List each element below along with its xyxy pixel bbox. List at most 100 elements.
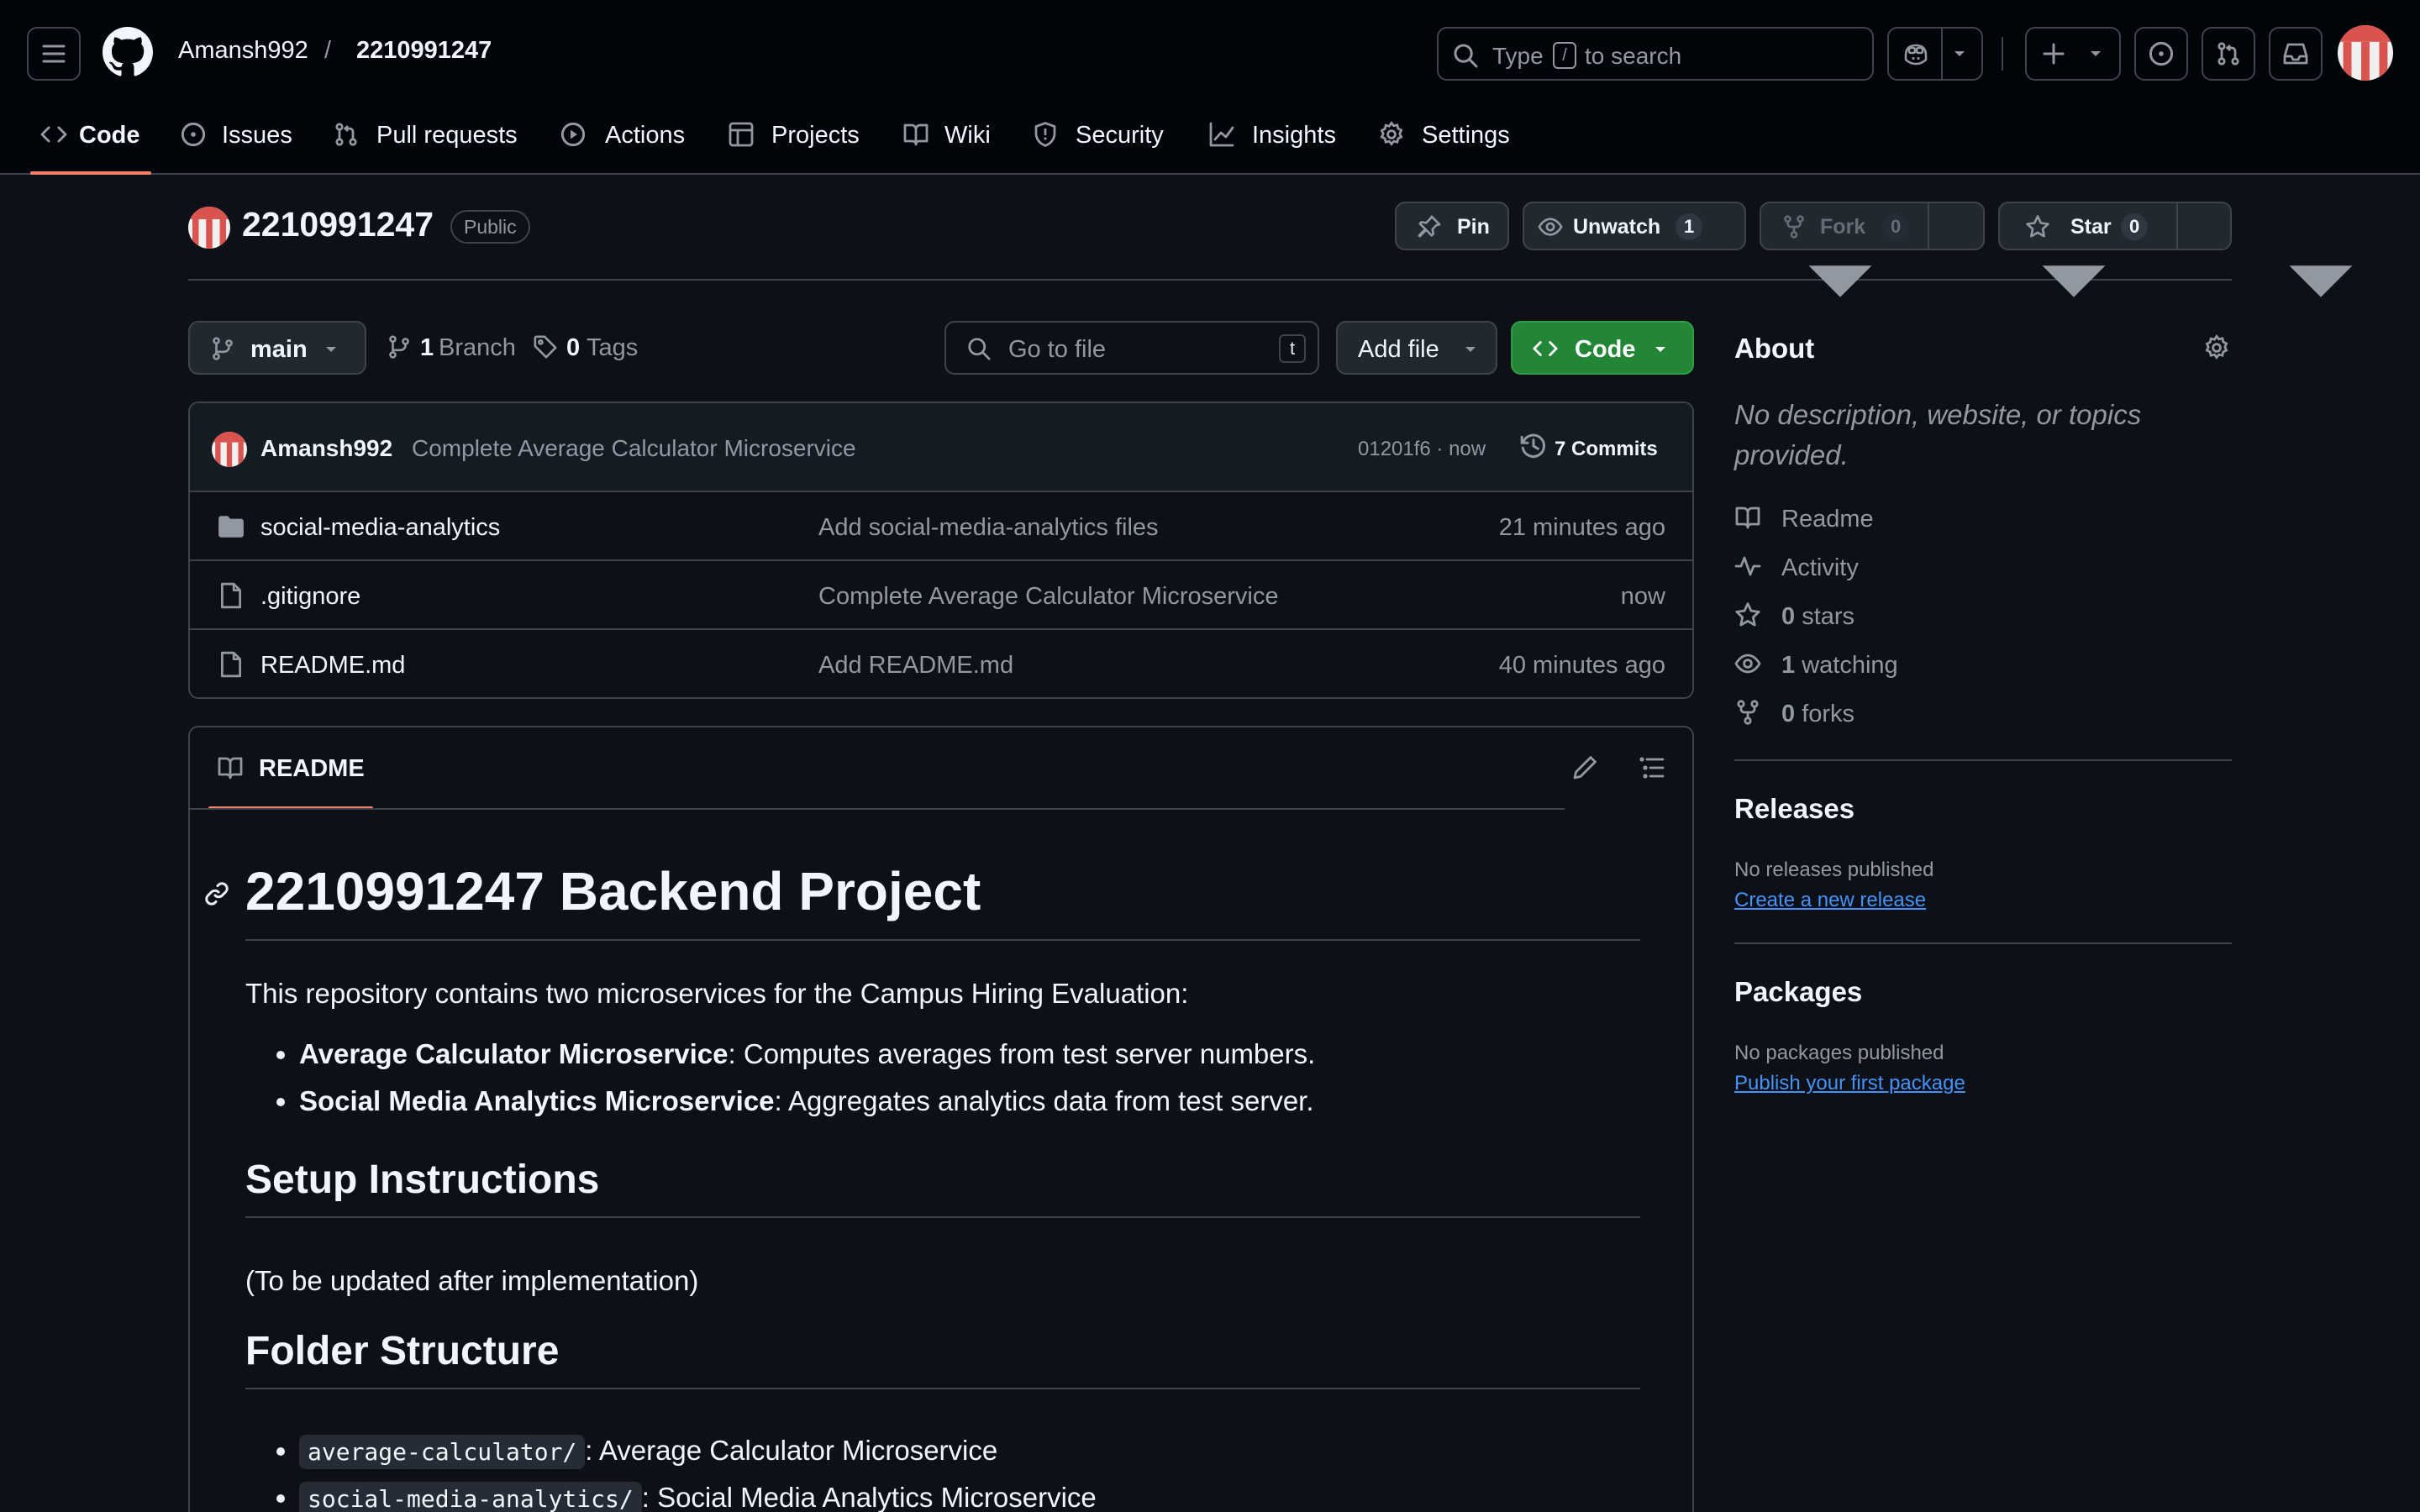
inbox-icon xyxy=(2282,40,2309,67)
repo-name[interactable]: 2210991247 xyxy=(242,205,434,244)
stars-label: stars xyxy=(1802,603,1855,630)
tab-projects[interactable]: Projects xyxy=(716,108,876,175)
file-row[interactable]: README.md Add README.md 40 minutes ago xyxy=(190,630,1692,697)
file-commit-message[interactable]: Add README.md xyxy=(818,652,1013,680)
tab-actions[interactable]: Actions xyxy=(548,108,699,175)
about-description: No description, website, or topics provi… xyxy=(1734,399,2142,470)
file-icon xyxy=(217,581,245,610)
link-icon[interactable] xyxy=(203,880,230,907)
repo-title-row: 2210991247 Public Pin Unwatch 1 Fork 0 S… xyxy=(188,198,2232,281)
branches-link[interactable]: 1 Branch xyxy=(387,334,521,363)
tab-issues[interactable]: Issues xyxy=(168,108,302,175)
file-commit-message[interactable]: Complete Average Calculator Microservice xyxy=(818,583,1278,611)
commit-sha-time[interactable]: 01201f6 · now xyxy=(1358,438,1486,461)
file-name[interactable]: .gitignore xyxy=(260,583,360,611)
fork-dropdown-button[interactable] xyxy=(1928,202,1985,250)
folder-path: social-media-analytics/ xyxy=(299,1482,642,1512)
pencil-icon[interactable] xyxy=(1571,754,1598,781)
add-file-button[interactable]: Add file xyxy=(1336,321,1497,375)
tab-label: Wiki xyxy=(944,122,991,149)
chevron-down-icon xyxy=(2086,44,2106,64)
shield-icon xyxy=(1032,121,1059,148)
copilot-button[interactable] xyxy=(1887,27,1983,81)
tab-readme[interactable]: README xyxy=(208,727,373,810)
file-row[interactable]: social-media-analytics Add social-media-… xyxy=(190,492,1692,561)
tab-label: Insights xyxy=(1252,122,1336,149)
file-commit-time: now xyxy=(1620,583,1665,610)
breadcrumb-owner[interactable]: Amansh992 xyxy=(178,37,308,65)
tab-security[interactable]: Security xyxy=(1020,108,1180,175)
hamburger-icon xyxy=(40,40,67,67)
breadcrumb-repo[interactable]: 2210991247 xyxy=(356,37,492,65)
file-commit-time: 21 minutes ago xyxy=(1498,514,1665,541)
fork-button[interactable]: Fork 0 xyxy=(1760,202,1929,250)
services-list: Average Calculator Microservice: Compute… xyxy=(299,1037,1315,1131)
packages-title[interactable]: Packages xyxy=(1734,976,1862,1008)
tab-label: Code xyxy=(79,122,140,149)
list-item: Average Calculator Microservice: Compute… xyxy=(299,1037,1315,1084)
file-name[interactable]: social-media-analytics xyxy=(260,514,500,542)
outline-list-icon[interactable] xyxy=(1639,754,1665,781)
tab-label: Settings xyxy=(1422,122,1510,149)
create-new-button[interactable] xyxy=(2025,27,2121,81)
watching-label: watching xyxy=(1802,652,1898,679)
chevron-down-icon xyxy=(321,339,341,360)
history-icon[interactable] xyxy=(1519,432,1548,460)
unwatch-label: Unwatch xyxy=(1573,215,1661,239)
star-dropdown-button[interactable] xyxy=(2176,202,2232,250)
latest-commit-bar: Amansh992 Complete Average Calculator Mi… xyxy=(190,403,1692,492)
code-button[interactable]: Code xyxy=(1511,321,1694,375)
commit-message[interactable]: Complete Average Calculator Microservice xyxy=(412,435,856,462)
releases-text: No releases published xyxy=(1734,858,1934,881)
code-icon xyxy=(1533,336,1558,361)
file-row[interactable]: .gitignore Complete Average Calculator M… xyxy=(190,561,1692,630)
pull-request-icon xyxy=(2215,40,2242,67)
folder-desc: : Social Media Analytics Microservice xyxy=(641,1482,1097,1512)
commits-link[interactable]: 7 Commits xyxy=(1555,438,1658,461)
tab-pull-requests[interactable]: Pull requests xyxy=(321,108,531,175)
eye-icon xyxy=(1538,214,1563,239)
fork-count: 0 xyxy=(1882,213,1910,240)
releases-title[interactable]: Releases xyxy=(1734,793,1854,825)
menu-button[interactable] xyxy=(27,27,81,81)
pin-label: Pin xyxy=(1457,215,1490,239)
user-avatar[interactable] xyxy=(2338,25,2393,81)
gear-icon[interactable] xyxy=(2203,334,2230,361)
publish-package-link[interactable]: Publish your first package xyxy=(1734,1072,1965,1095)
global-search-input[interactable]: Type / to search xyxy=(1437,27,1874,81)
chevron-down-icon[interactable] xyxy=(1949,44,1970,64)
watch-count: 1 xyxy=(1676,213,1703,240)
code-icon xyxy=(40,121,67,148)
unwatch-button[interactable]: Unwatch 1 xyxy=(1523,202,1746,250)
branch-selector[interactable]: main xyxy=(188,321,366,375)
star-label: Star xyxy=(2070,215,2112,239)
tab-insights[interactable]: Insights xyxy=(1197,108,1348,175)
file-commit-message[interactable]: Add social-media-analytics files xyxy=(818,514,1159,542)
inbox-button[interactable] xyxy=(2269,27,2323,81)
issues-button[interactable] xyxy=(2134,27,2188,81)
commit-author[interactable]: Amansh992 xyxy=(260,435,392,462)
tab-code[interactable]: Code xyxy=(29,108,153,175)
branch-icon xyxy=(387,334,412,360)
file-commit-time: 40 minutes ago xyxy=(1498,652,1665,679)
tags-link[interactable]: 0 Tags xyxy=(533,334,650,363)
branch-count-label: Branch xyxy=(439,334,516,361)
tab-wiki[interactable]: Wiki xyxy=(891,108,1008,175)
search-suffix: to search xyxy=(1585,43,1682,69)
pin-button[interactable]: Pin xyxy=(1395,202,1509,250)
list-item: average-calculator/: Average Calculator … xyxy=(299,1433,1097,1480)
about-title: About xyxy=(1734,333,1815,364)
create-release-link[interactable]: Create a new release xyxy=(1734,889,1926,912)
readme-tab-label: README xyxy=(259,755,365,782)
add-file-label: Add file xyxy=(1358,336,1439,363)
github-logo-icon[interactable] xyxy=(103,27,153,77)
tab-settings[interactable]: Settings xyxy=(1366,108,1526,175)
star-button[interactable]: Star 0 xyxy=(1998,202,2178,250)
file-name[interactable]: README.md xyxy=(260,652,405,680)
list-item: social-media-analytics/: Social Media An… xyxy=(299,1480,1097,1512)
owner-avatar[interactable] xyxy=(188,207,230,249)
chevron-down-icon xyxy=(1460,339,1481,360)
go-to-file-input[interactable]: Go to file t xyxy=(944,321,1319,375)
commit-author-avatar[interactable] xyxy=(212,432,247,467)
pull-requests-button[interactable] xyxy=(2202,27,2255,81)
